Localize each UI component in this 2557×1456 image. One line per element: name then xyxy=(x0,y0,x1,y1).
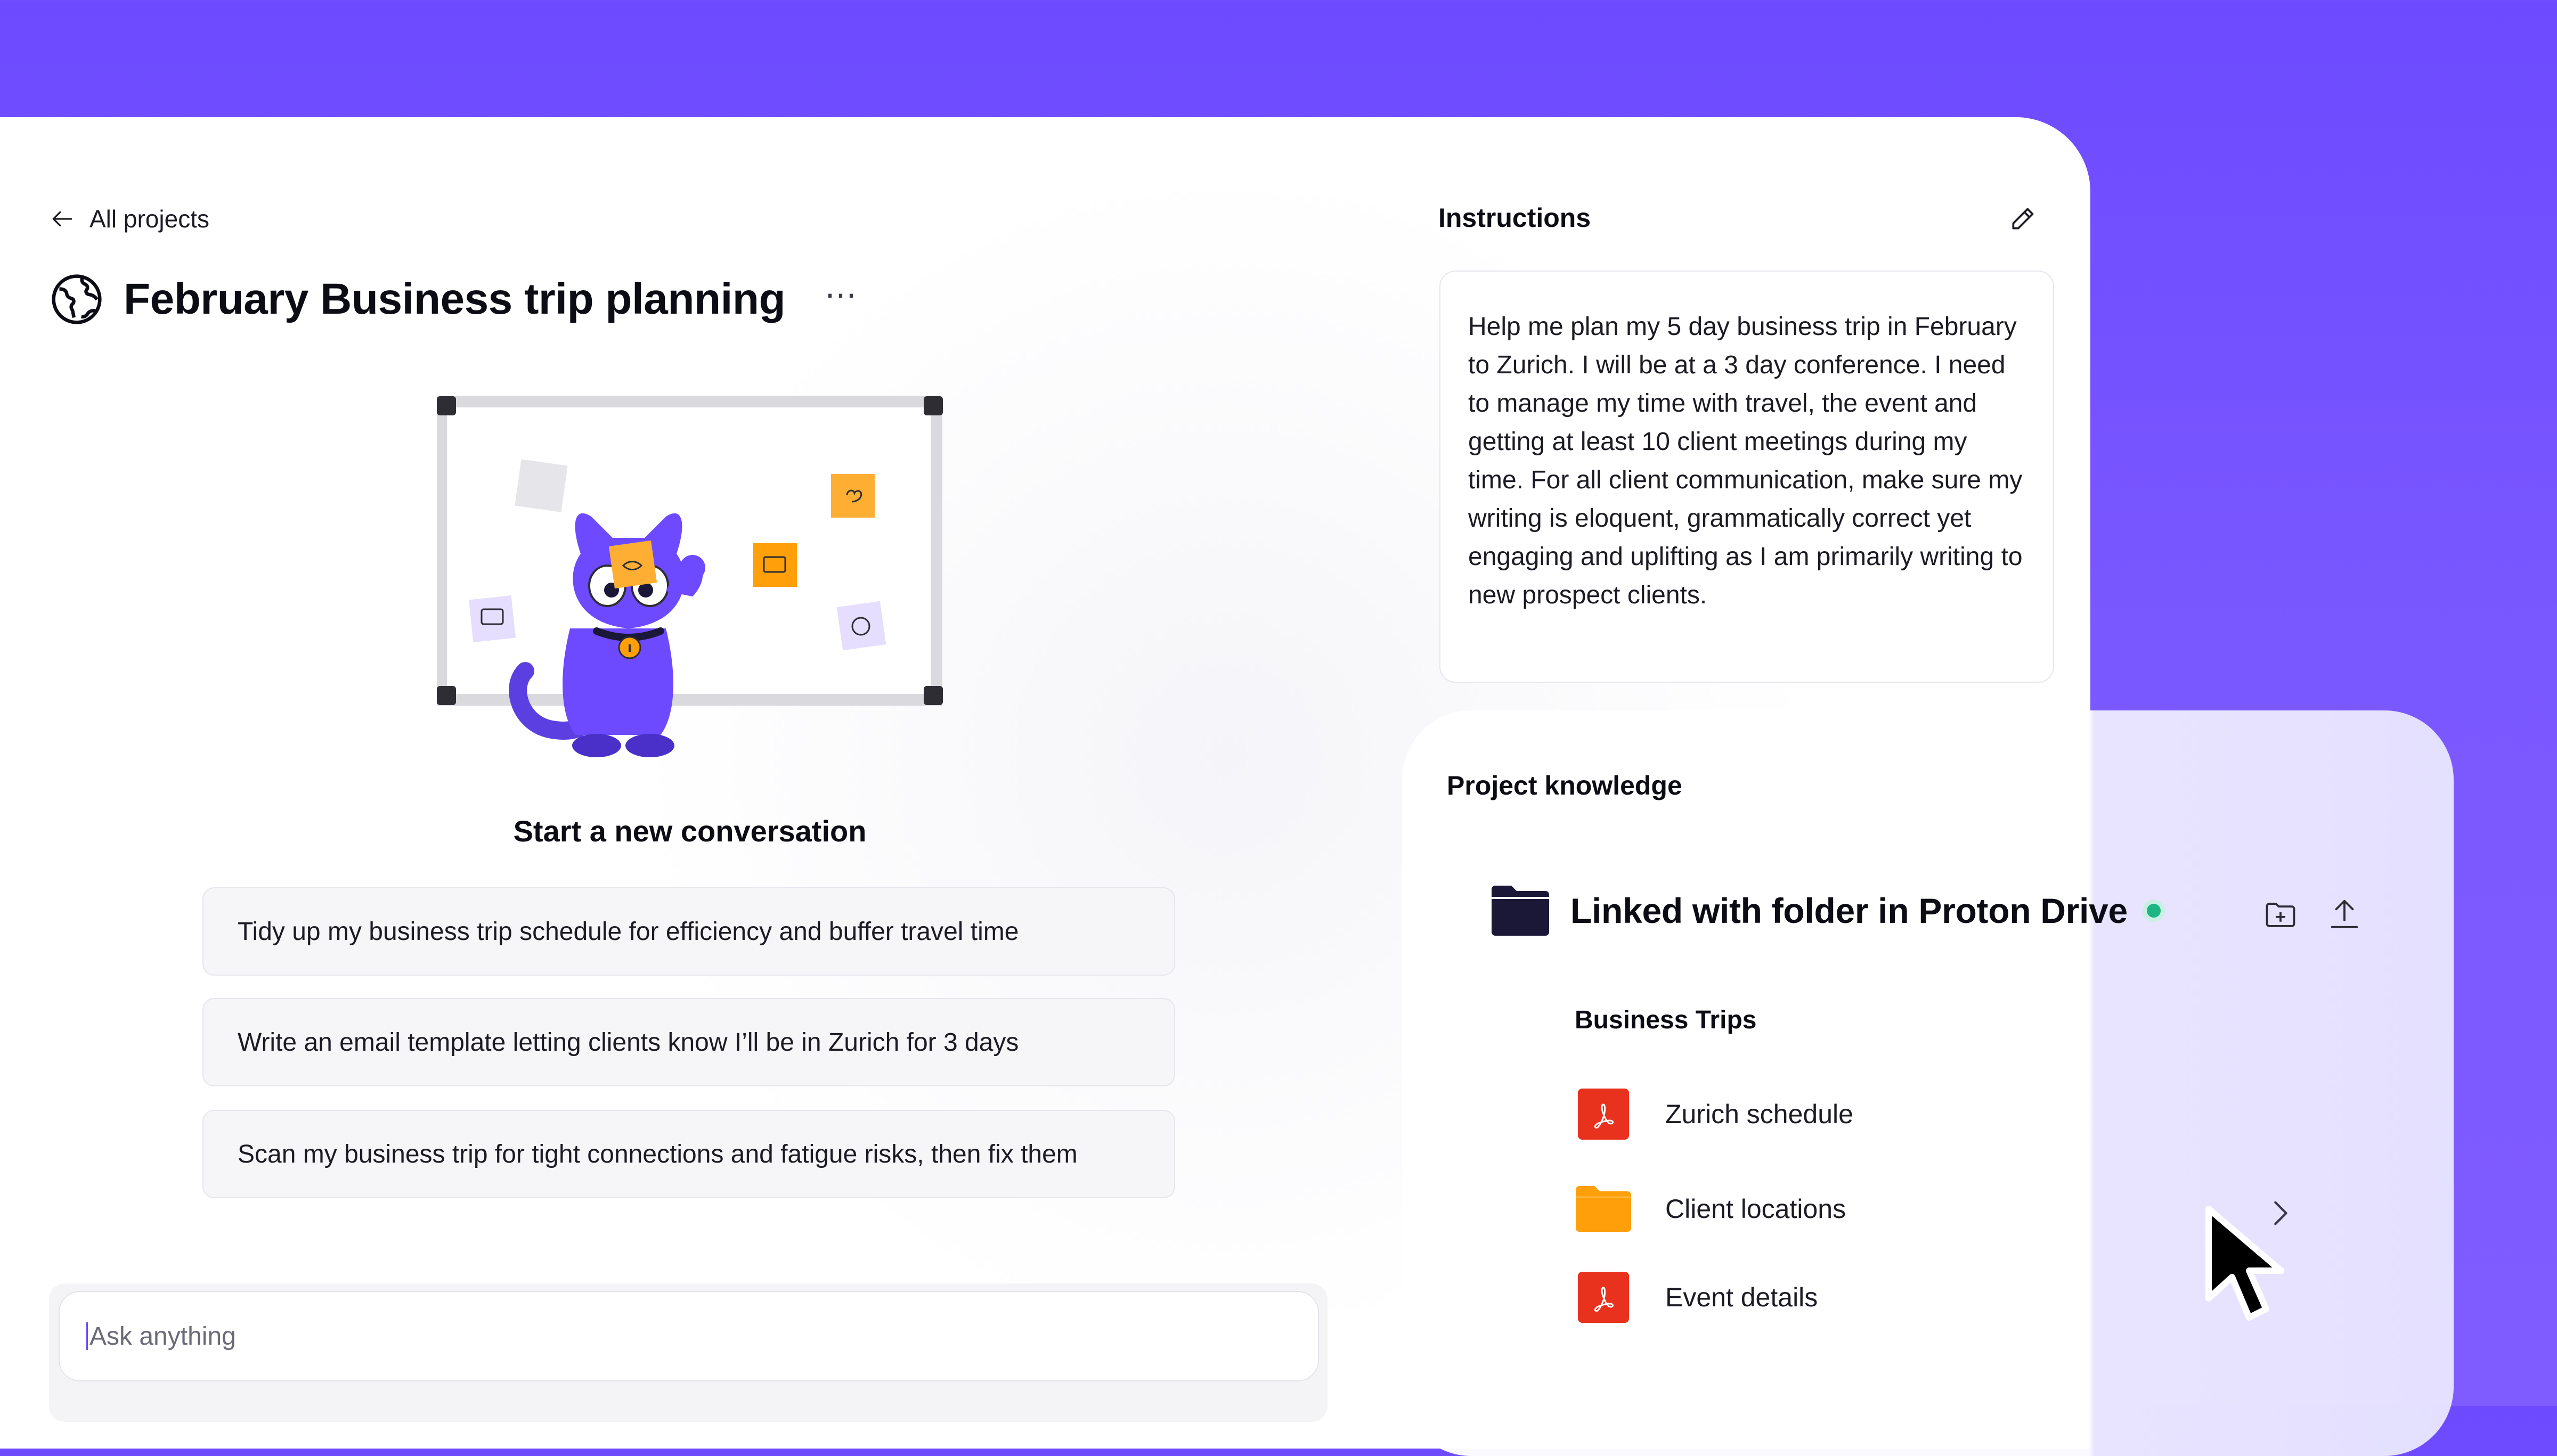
sync-status-dot xyxy=(2146,904,2161,918)
linked-folder-header: Linked with folder in Proton Drive xyxy=(1489,884,2161,937)
file-name: Zurich schedule xyxy=(1665,1099,1853,1129)
linked-folder-title: Linked with folder in Proton Drive xyxy=(1570,891,2128,930)
project-header: February Business trip planning ⋯ xyxy=(49,272,857,327)
suggestion-prompt[interactable]: Tidy up my business trip schedule for ef… xyxy=(202,887,1175,976)
more-options-button[interactable]: ⋯ xyxy=(825,279,857,311)
page-title: February Business trip planning xyxy=(124,275,786,323)
suggestion-prompt[interactable]: Scan my business trip for tight connecti… xyxy=(202,1110,1175,1198)
upload-icon[interactable] xyxy=(2329,897,2360,930)
project-knowledge-heading: Project knowledge xyxy=(1447,771,1682,800)
text-caret xyxy=(86,1322,88,1350)
app-root: All projects February Business trip plan… xyxy=(0,0,2557,1456)
file-name: Event details xyxy=(1665,1282,1818,1312)
back-to-all-projects-link[interactable]: All projects xyxy=(49,205,209,233)
globe-icon xyxy=(52,274,102,324)
linked-folder-icon xyxy=(1492,886,1549,936)
cat-whiteboard-illustration xyxy=(437,396,943,757)
folder-icon xyxy=(1576,1186,1631,1232)
back-link-label: All projects xyxy=(89,205,209,233)
arrow-left-icon xyxy=(52,211,72,227)
file-item[interactable]: Zurich schedule xyxy=(1576,1086,1853,1142)
mouse-cursor-icon xyxy=(2205,1206,2284,1321)
suggestion-prompt[interactable]: Write an email template letting clients … xyxy=(202,998,1175,1086)
pdf-icon xyxy=(1578,1089,1629,1140)
file-item[interactable]: Event details xyxy=(1576,1270,1818,1325)
folder-name-label: Client locations xyxy=(1665,1194,1846,1224)
add-folder-icon[interactable] xyxy=(2264,900,2297,930)
project-knowledge-panel xyxy=(1402,710,2454,1456)
pdf-icon xyxy=(1578,1272,1629,1323)
ask-anything-input[interactable] xyxy=(59,1291,1319,1381)
pencil-icon[interactable] xyxy=(2008,203,2038,233)
instructions-text[interactable]: Help me plan my 5 day business trip in F… xyxy=(1439,271,2054,683)
start-conversation-title: Start a new conversation xyxy=(513,814,867,848)
folder-name: Business Trips xyxy=(1575,1006,1757,1034)
instructions-heading: Instructions xyxy=(1438,203,1591,233)
folder-item[interactable]: Client locations xyxy=(1576,1181,1846,1237)
